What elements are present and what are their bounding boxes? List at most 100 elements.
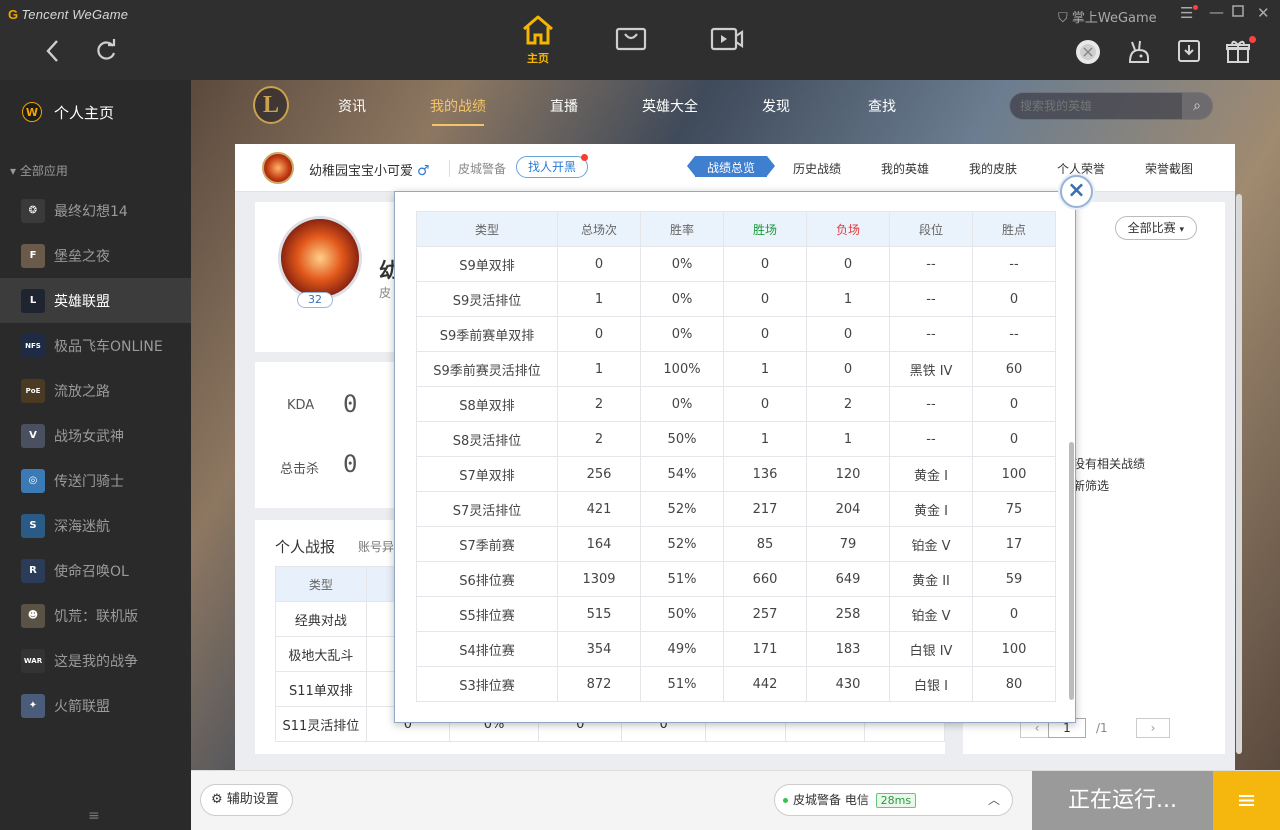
phone-icon: ⛉ bbox=[1058, 11, 1072, 26]
ranked-cell: S4排位赛 bbox=[416, 631, 558, 667]
hero-search-input[interactable] bbox=[1010, 93, 1175, 119]
table-row: S6排位赛 1309 51% 660 649 黄金 II 59 bbox=[416, 561, 1056, 597]
sidebar-item-game[interactable]: F 堡垒之夜 bbox=[0, 233, 191, 278]
sidebar-item-game[interactable]: L 英雄联盟 bbox=[0, 278, 191, 323]
next-page-button[interactable]: › bbox=[1136, 718, 1170, 738]
kda-value: 0 bbox=[343, 390, 358, 418]
ranked-cell: 100 bbox=[972, 631, 1056, 667]
table-row: S4排位赛 354 49% 171 183 白银 IV 100 bbox=[416, 631, 1056, 667]
sidebar-item-game[interactable]: WAR 这是我的战争 bbox=[0, 638, 191, 683]
find-teammate-button[interactable]: 找人开黑 bbox=[516, 154, 589, 178]
ranked-col-header[interactable]: 总场次 bbox=[557, 211, 641, 247]
player-level: 32 bbox=[297, 292, 333, 308]
ranked-cell: 100 bbox=[972, 456, 1056, 492]
tab-honor-screens[interactable]: 荣誉截图 bbox=[1145, 160, 1193, 177]
menu-notification-dot bbox=[1193, 5, 1198, 10]
lol-nav-discover[interactable]: 发现 bbox=[762, 96, 790, 116]
ranked-cell: 217 bbox=[723, 491, 807, 527]
search-icon[interactable]: ⌕ bbox=[1182, 93, 1212, 119]
close-window-icon[interactable]: ✕ bbox=[1257, 4, 1270, 22]
lol-nav-live[interactable]: 直播 bbox=[550, 96, 578, 116]
caret-icon: ▾ bbox=[1179, 225, 1184, 235]
ranked-col-header[interactable]: 胜点 bbox=[972, 211, 1056, 247]
ranked-cell: 黄金 I bbox=[889, 491, 973, 527]
ranked-cell: S9单双排 bbox=[416, 246, 558, 282]
sidebar-item-game[interactable]: R 使命召唤OL bbox=[0, 548, 191, 593]
ranked-col-header[interactable]: 胜场 bbox=[723, 211, 807, 247]
table-row: S9单双排 0 0% 0 0 -- -- bbox=[416, 246, 1056, 282]
sidebar-menu-icon[interactable]: ≡ bbox=[88, 808, 100, 824]
tab-honors[interactable]: 个人荣誉 bbox=[1057, 160, 1105, 177]
valkyria-icon: V bbox=[21, 423, 45, 448]
sidebar-item-game[interactable]: PoE 流放之路 bbox=[0, 368, 191, 413]
ranked-col-header[interactable]: 段位 bbox=[889, 211, 973, 247]
sidebar-item-game[interactable]: ✦ 火箭联盟 bbox=[0, 683, 191, 728]
running-status-button[interactable]: 正在运行... bbox=[1032, 771, 1213, 830]
ranked-cell: 0 bbox=[972, 596, 1056, 632]
tab-my-skins[interactable]: 我的皮肤 bbox=[969, 160, 1017, 177]
table-row: S7单双排 256 54% 136 120 黄金 I 100 bbox=[416, 456, 1056, 492]
lol-nav-my-records[interactable]: 我的战绩 bbox=[430, 96, 486, 126]
sidebar-section-header[interactable]: ▾ 全部应用 bbox=[0, 144, 191, 188]
tab-overview[interactable]: 战绩总览 bbox=[686, 156, 776, 177]
sidebar-home[interactable]: W 个人主页 bbox=[0, 80, 191, 144]
player-name-text: 幼稚园宝宝小可爱 bbox=[309, 164, 414, 179]
ranked-cell: 430 bbox=[806, 666, 890, 702]
panel-scrollbar[interactable] bbox=[1236, 194, 1242, 754]
table-row: S7灵活排位 421 52% 217 204 黄金 I 75 bbox=[416, 491, 1056, 527]
sidebar-item-label: 饥荒：联机版 bbox=[54, 608, 138, 625]
lol-nav-bar: L 资讯 我的战绩 直播 英雄大全 发现 查找 ⌕ bbox=[191, 80, 1280, 130]
table-row: S9灵活排位 1 0% 0 1 -- 0 bbox=[416, 281, 1056, 317]
ranked-cell: 黄金 II bbox=[889, 561, 973, 597]
back-icon[interactable] bbox=[42, 38, 64, 69]
sidebar-item-game[interactable]: NFS 极品飞车ONLINE bbox=[0, 323, 191, 368]
avatar[interactable] bbox=[1074, 38, 1102, 66]
sidebar-item-game[interactable]: ❂ 最终幻想14 bbox=[0, 188, 191, 233]
sidebar-item-game[interactable]: ☻ 饥荒：联机版 bbox=[0, 593, 191, 638]
server-status[interactable]: 皮城警备 电信 28ms ︿ bbox=[774, 784, 1013, 816]
tab-history[interactable]: 历史战绩 bbox=[793, 160, 841, 177]
sidebar-item-game[interactable]: S 深海迷航 bbox=[0, 503, 191, 548]
sidebar-section-label: 全部应用 bbox=[19, 164, 68, 178]
gift-icon[interactable] bbox=[1225, 38, 1253, 66]
launch-menu-icon[interactable]: ≡ bbox=[1213, 771, 1280, 830]
popup-scrollbar[interactable] bbox=[1069, 442, 1074, 700]
ranked-cell: 80 bbox=[972, 666, 1056, 702]
ranked-cell: 1 bbox=[557, 281, 641, 317]
close-popup-icon[interactable]: × bbox=[1060, 175, 1093, 208]
video-icon[interactable] bbox=[705, 26, 749, 52]
report-header-type: 类型 bbox=[275, 566, 367, 602]
table-row: S8单双排 2 0% 0 2 -- 0 bbox=[416, 386, 1056, 422]
ranked-cell: 59 bbox=[972, 561, 1056, 597]
home-nav[interactable]: 主页 bbox=[516, 14, 560, 66]
lol-nav-news[interactable]: 资讯 bbox=[338, 96, 366, 116]
tab-my-heroes[interactable]: 我的英雄 bbox=[881, 160, 929, 177]
store-icon[interactable] bbox=[609, 26, 653, 52]
sidebar-item-game[interactable]: V 战场女武神 bbox=[0, 413, 191, 458]
ranked-col-header[interactable]: 胜率 bbox=[640, 211, 724, 247]
assist-settings-button[interactable]: ⚙ 辅助设置 bbox=[200, 784, 293, 816]
ranked-cell: 50% bbox=[640, 596, 724, 632]
ranked-cell: 铂金 V bbox=[889, 526, 973, 562]
bunny-icon[interactable] bbox=[1126, 38, 1154, 66]
maximize-icon[interactable] bbox=[1232, 5, 1244, 21]
sidebar: W 个人主页 ▾ 全部应用 ❂ 最终幻想14 F 堡垒之夜 L 英雄联盟 NFS 极品飞车ON… bbox=[0, 80, 191, 830]
sidebar-item-game[interactable]: ◎ 传送门骑士 bbox=[0, 458, 191, 503]
lol-nav-search[interactable]: 查找 bbox=[868, 96, 896, 116]
report-title: 个人战报 bbox=[275, 538, 336, 556]
ranked-table: 类型 总场次 胜率 胜场 负场 段位 胜点 S9单双排 0 0% 0 0 -- -- S9灵活排位 1 0% 0… bbox=[416, 211, 1056, 702]
ranked-col-header[interactable]: 负场 bbox=[806, 211, 890, 247]
ranked-cell: 1309 bbox=[557, 561, 641, 597]
match-filter-dropdown[interactable]: 全部比赛 ▾ bbox=[1114, 216, 1197, 240]
mobile-wegame-link[interactable]: ⛉ 掌上WeGame bbox=[1058, 7, 1157, 26]
lol-nav-champions[interactable]: 英雄大全 bbox=[642, 96, 698, 116]
menu-icon[interactable]: ☰ bbox=[1180, 4, 1193, 22]
ranked-col-header[interactable]: 类型 bbox=[416, 211, 558, 247]
minimize-icon[interactable]: — bbox=[1209, 3, 1224, 21]
sidebar-item-label: 传送门骑士 bbox=[54, 473, 124, 490]
refresh-icon[interactable] bbox=[93, 38, 119, 69]
download-icon[interactable] bbox=[1176, 38, 1204, 66]
home-icon bbox=[523, 15, 553, 45]
lol-logo[interactable]: L bbox=[253, 86, 289, 124]
ranked-cell: 421 bbox=[557, 491, 641, 527]
